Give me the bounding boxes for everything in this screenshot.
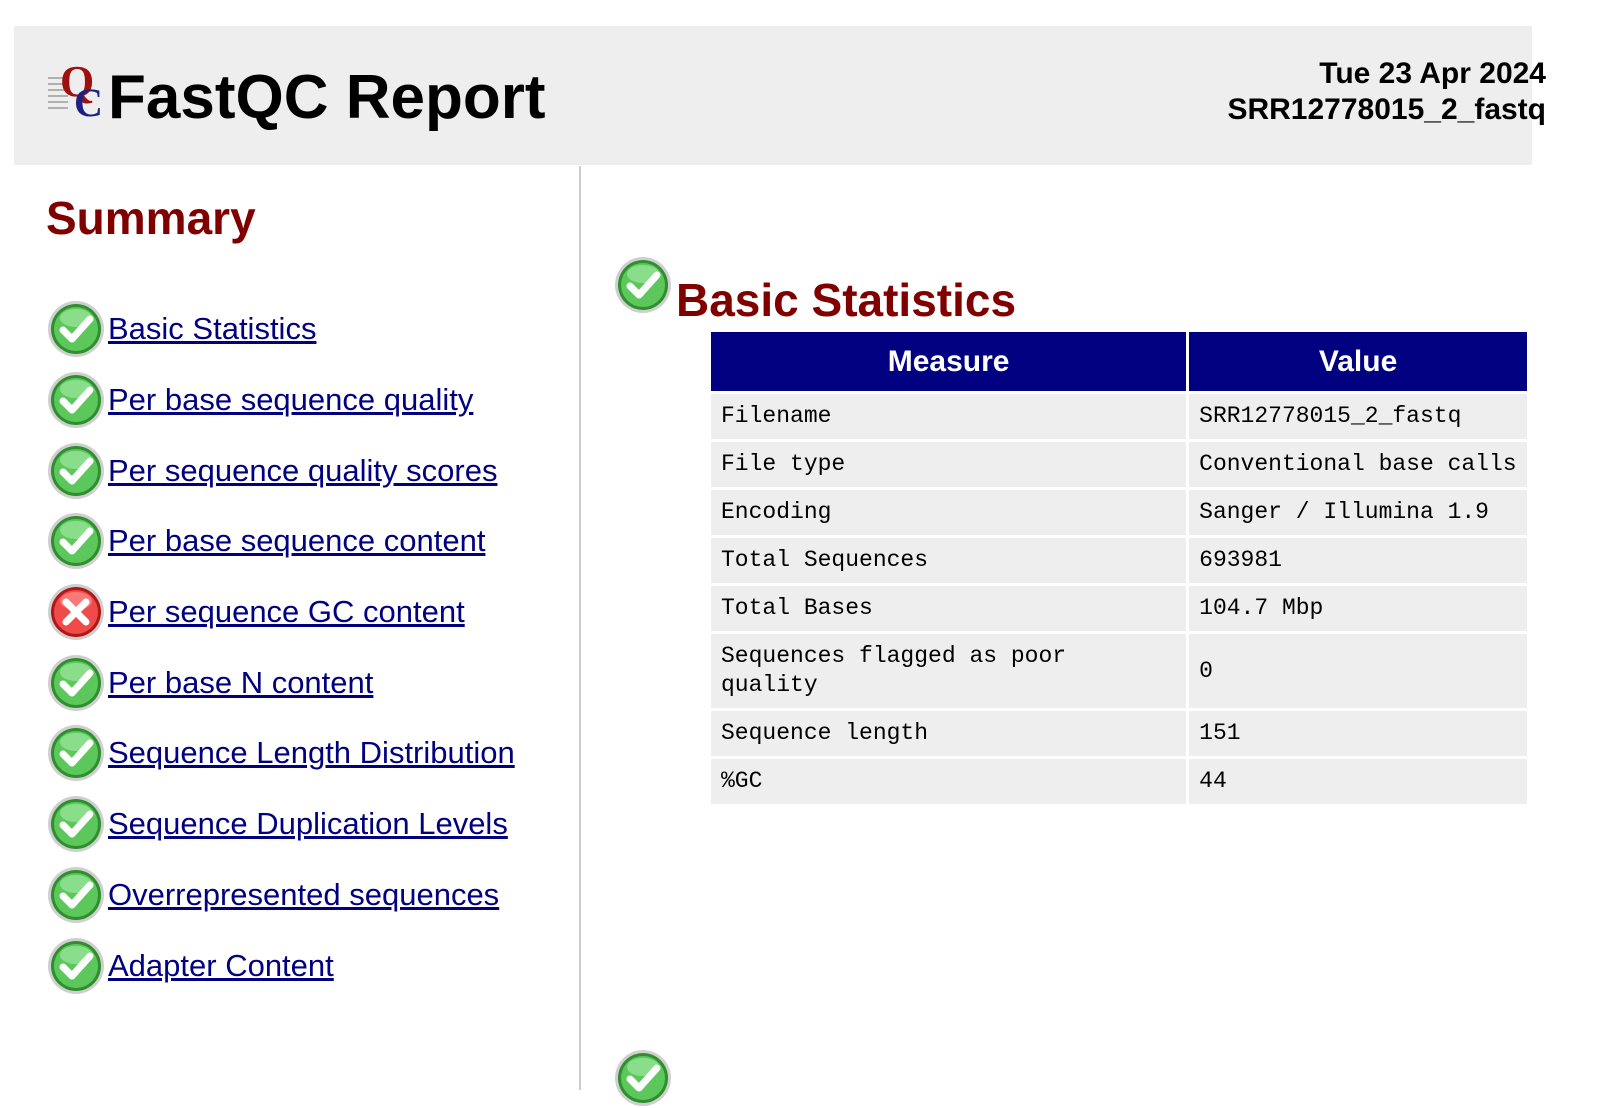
- cell-measure: File type: [711, 442, 1187, 487]
- table-header-row: Measure Value: [711, 332, 1527, 391]
- cell-value: 44: [1189, 759, 1527, 804]
- cell-value: 151: [1189, 711, 1527, 756]
- summary-item: Overrepresented sequences: [46, 860, 515, 931]
- pass-check-icon: [48, 442, 104, 499]
- fastqc-logo-icon: Q C: [48, 57, 103, 122]
- pass-check-icon: [48, 796, 104, 853]
- cell-measure: Sequence length: [711, 711, 1187, 756]
- table-row: %GC 44: [711, 759, 1527, 804]
- pass-check-icon: [48, 372, 104, 429]
- cell-measure: Sequences flagged as poor quality: [711, 634, 1187, 708]
- summary-link[interactable]: Per sequence quality scores: [108, 453, 497, 489]
- table-row: Sequences flagged as poor quality 0: [711, 634, 1527, 708]
- summary-item: Basic Statistics: [46, 294, 515, 365]
- svg-text:C: C: [74, 80, 103, 122]
- summary-link[interactable]: Overrepresented sequences: [108, 877, 499, 913]
- summary-item: Per sequence quality scores: [46, 435, 515, 506]
- fail-cross-icon: [48, 584, 104, 641]
- table-row: Total Sequences 693981: [711, 538, 1527, 583]
- cell-value: Sanger / Illumina 1.9: [1189, 490, 1527, 535]
- cell-value: 104.7 Mbp: [1189, 586, 1527, 631]
- cell-measure: %GC: [711, 759, 1187, 804]
- summary-link[interactable]: Sequence Duplication Levels: [108, 806, 508, 842]
- basic-statistics-table: Measure Value Filename SRR12778015_2_fast…: [708, 329, 1530, 807]
- table-row: Encoding Sanger / Illumina 1.9: [711, 490, 1527, 535]
- table-row: File type Conventional base calls: [711, 442, 1527, 487]
- report-title: FastQC Report: [108, 63, 546, 132]
- summary-item: Per base N content: [46, 647, 515, 718]
- pass-check-icon: [615, 257, 671, 313]
- cell-measure: Total Sequences: [711, 538, 1187, 583]
- summary-link[interactable]: Per sequence GC content: [108, 594, 465, 630]
- summary-item: Sequence Length Distribution: [46, 718, 515, 789]
- pass-check-icon: [48, 301, 104, 358]
- pass-check-icon: [48, 937, 104, 994]
- cell-measure: Total Bases: [711, 586, 1187, 631]
- summary-link[interactable]: Adapter Content: [108, 948, 334, 984]
- module-title: Basic Statistics: [676, 274, 1017, 326]
- cell-value: SRR12778015_2_fastq: [1189, 394, 1527, 439]
- summary-list: Basic Statistics Per base sequence qualit…: [46, 294, 515, 1001]
- pass-check-icon: [48, 725, 104, 782]
- table-row: Total Bases 104.7 Mbp: [711, 586, 1527, 631]
- header-measure: Measure: [711, 332, 1187, 391]
- header-value: Value: [1189, 332, 1527, 391]
- pass-check-icon: [48, 866, 104, 923]
- summary-link[interactable]: Per base sequence content: [108, 523, 485, 559]
- summary-link[interactable]: Per base sequence quality: [108, 382, 473, 418]
- table-row: Filename SRR12778015_2_fastq: [711, 394, 1527, 439]
- pass-check-icon: [48, 654, 104, 711]
- summary-link[interactable]: Sequence Length Distribution: [108, 735, 515, 771]
- summary-item: Per base sequence content: [46, 506, 515, 577]
- table-row: Sequence length 151: [711, 711, 1527, 756]
- summary-link[interactable]: Basic Statistics: [108, 311, 316, 347]
- cell-measure: Encoding: [711, 490, 1187, 535]
- cell-value: 693981: [1189, 538, 1527, 583]
- summary-item: Sequence Duplication Levels: [46, 789, 515, 860]
- summary-link[interactable]: Per base N content: [108, 665, 373, 701]
- summary-title: Summary: [46, 192, 256, 244]
- report-date: Tue 23 Apr 2024: [1319, 57, 1546, 90]
- cell-value: 0: [1189, 634, 1527, 708]
- cell-measure: Filename: [711, 394, 1187, 439]
- report-meta: Tue 23 Apr 2024 SRR12778015_2_fastq: [1227, 56, 1546, 128]
- summary-item: Adapter Content: [46, 930, 515, 1001]
- summary-item: Per base sequence quality: [46, 365, 515, 436]
- report-filename: SRR12778015_2_fastq: [1227, 93, 1546, 126]
- summary-item: Per sequence GC content: [46, 577, 515, 648]
- pass-check-icon: [615, 1050, 671, 1106]
- pass-check-icon: [48, 513, 104, 570]
- cell-value: Conventional base calls: [1189, 442, 1527, 487]
